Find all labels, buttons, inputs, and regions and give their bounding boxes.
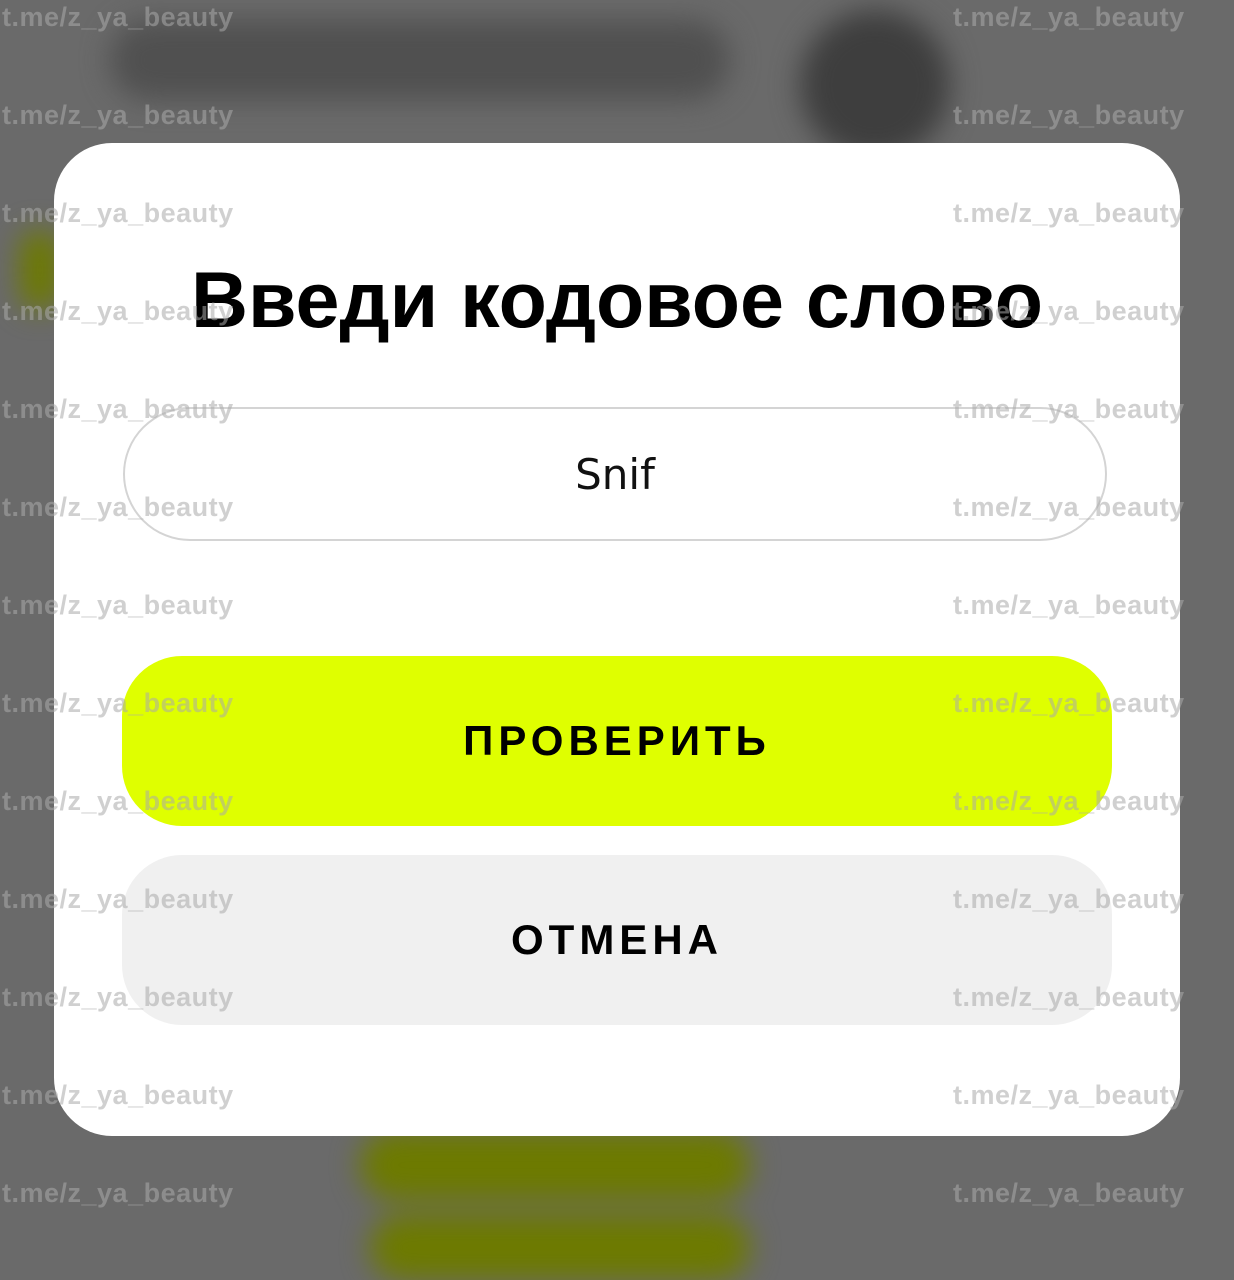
dialog-title: Введи кодовое слово <box>190 255 1044 344</box>
check-button[interactable]: ПРОВЕРИТЬ <box>122 656 1112 826</box>
background-header-bar <box>110 20 730 100</box>
code-word-input[interactable] <box>123 407 1107 541</box>
cancel-button[interactable]: ОТМЕНА <box>122 855 1112 1025</box>
background-button-1 <box>360 1130 750 1200</box>
background-button-2 <box>370 1215 750 1280</box>
background-avatar <box>800 10 950 160</box>
